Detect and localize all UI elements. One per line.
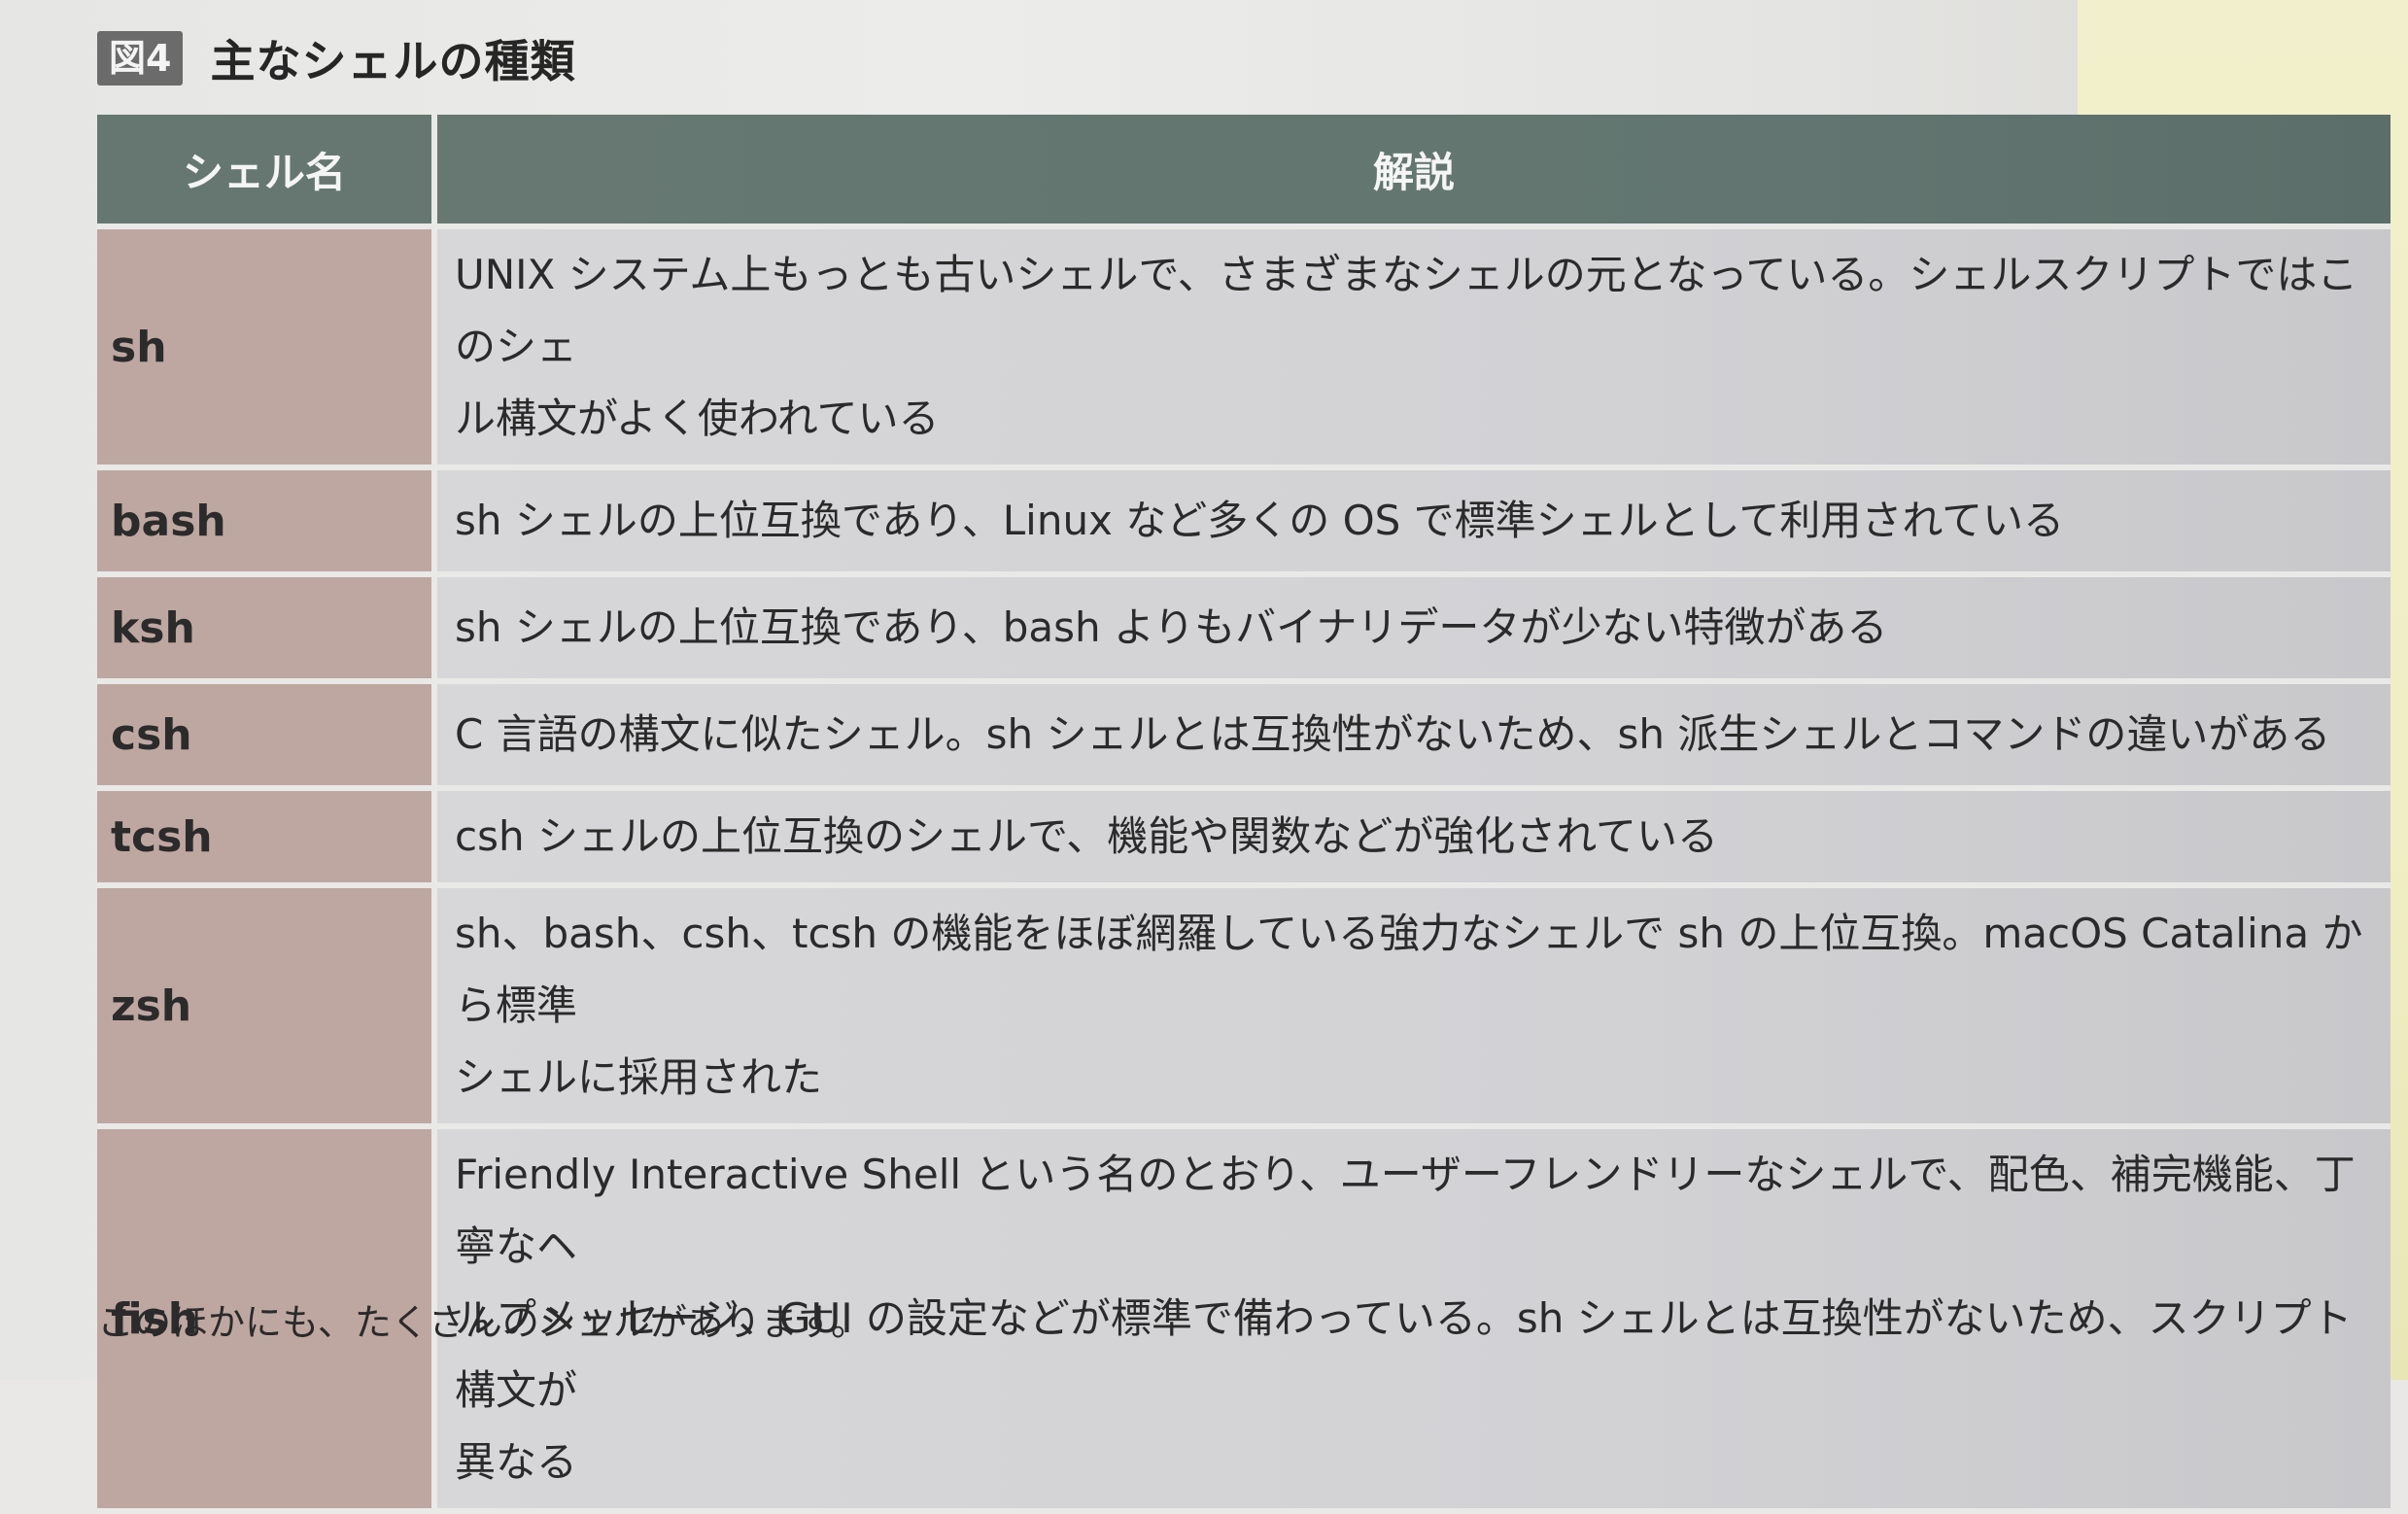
table-row: csh C 言語の構文に似たシェル。sh シェルとは互換性がないため、sh 派生…: [97, 684, 2391, 791]
table-row: zsh sh、bash、csh、tcsh の機能をほぼ網羅している強力なシェルで…: [97, 888, 2391, 1129]
table-row: tcsh csh シェルの上位互換のシェルで、機能や関数などが強化されている: [97, 791, 2391, 888]
shell-name-cell: zsh: [97, 888, 437, 1129]
figure-title: 主なシェルの種類: [210, 35, 576, 87]
figure-header: 図4 主なシェルの種類: [97, 29, 575, 87]
shell-name-cell: bash: [97, 470, 437, 577]
footnote: このほかにも、たくさんのシェルがあります。: [97, 1301, 869, 1344]
book-page: 図4 主なシェルの種類 シェル名 解説 sh UNIX システム上もっとも古いシ…: [0, 0, 2408, 1514]
shell-description-cell: sh シェルの上位互換であり、bash よりもバイナリデータが少ない特徴がある: [437, 577, 2391, 684]
shell-description-cell: C 言語の構文に似たシェル。sh シェルとは互換性がないため、sh 派生シェルと…: [437, 684, 2391, 791]
shell-name-cell: sh: [97, 229, 437, 470]
shell-name-cell: tcsh: [97, 791, 437, 888]
shell-description-cell: UNIX システム上もっとも古いシェルで、さまざまなシェルの元となっている。シェ…: [437, 229, 2391, 470]
shell-description-cell: csh シェルの上位互換のシェルで、機能や関数などが強化されている: [437, 791, 2391, 888]
shell-description-cell: sh、bash、csh、tcsh の機能をほぼ網羅している強力なシェルで sh …: [437, 888, 2391, 1129]
table-row: ksh sh シェルの上位互換であり、bash よりもバイナリデータが少ない特徴…: [97, 577, 2391, 684]
header-description: 解説: [437, 115, 2391, 229]
table-row: sh UNIX システム上もっとも古いシェルで、さまざまなシェルの元となっている…: [97, 229, 2391, 470]
shell-name-cell: ksh: [97, 577, 437, 684]
header-shell-name: シェル名: [97, 115, 437, 229]
shell-name-cell: csh: [97, 684, 437, 791]
figure-label: 図4: [97, 31, 184, 86]
table-row: bash sh シェルの上位互換であり、Linux など多くの OS で標準シェ…: [97, 470, 2391, 577]
table-header-row: シェル名 解説: [97, 115, 2391, 229]
shell-description-cell: sh シェルの上位互換であり、Linux など多くの OS で標準シェルとして利…: [437, 470, 2391, 577]
